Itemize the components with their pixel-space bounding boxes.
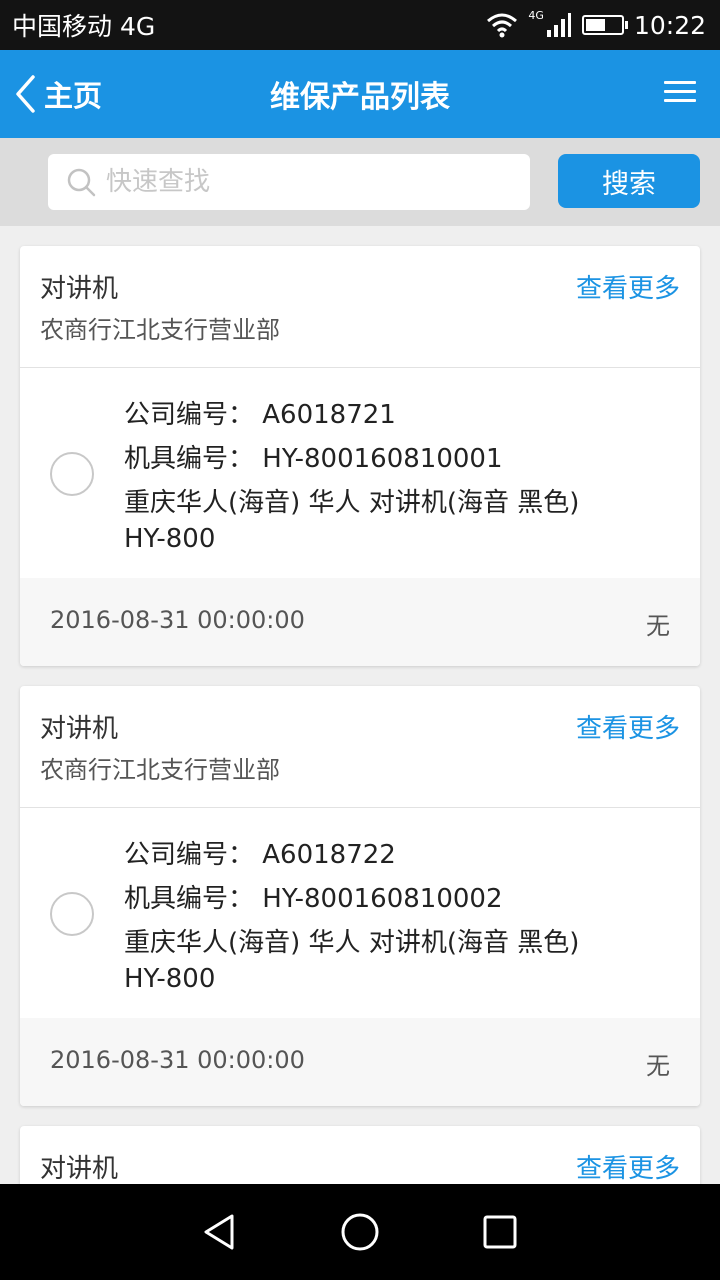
- machine-number: 机具编号： HY-800160810001: [124, 444, 503, 474]
- back-button[interactable]: 主页: [14, 50, 102, 138]
- product-card: 对讲机 农商行江北支行营业部 查看更多 公司编号： A6018721 机具编号：…: [20, 246, 700, 666]
- page-title: 维保产品列表: [270, 80, 450, 115]
- maintenance-status: 无: [646, 1052, 670, 1080]
- card-footer: 2016-08-31 00:00:00 无: [20, 1018, 700, 1106]
- clock: 10:22: [633, 10, 706, 40]
- signal-icon: [546, 13, 571, 37]
- view-more-link[interactable]: 查看更多: [576, 708, 680, 745]
- search-icon: [67, 168, 96, 197]
- search-field[interactable]: [48, 154, 530, 210]
- chevron-left-icon: [16, 75, 35, 113]
- product-type: 对讲机: [40, 274, 119, 304]
- branch-name: 农商行江北支行营业部: [40, 316, 280, 344]
- card-header: 对讲机 农商行江北支行营业部 查看更多: [20, 246, 700, 368]
- search-bar: 搜索: [0, 138, 720, 226]
- card-footer: 2016-08-31 00:00:00 无: [20, 578, 700, 666]
- status-icons: 4G 10:22: [486, 8, 706, 40]
- menu-icon[interactable]: [664, 81, 696, 105]
- card-header: 对讲机 查看更多: [20, 1126, 700, 1184]
- view-more-link[interactable]: 查看更多: [576, 268, 680, 305]
- product-list[interactable]: 对讲机 农商行江北支行营业部 查看更多 公司编号： A6018721 机具编号：…: [0, 226, 720, 1184]
- product-description: 重庆华人(海音) 华人 对讲机(海音 黑色): [124, 488, 580, 518]
- card-body[interactable]: 公司编号： A6018721 机具编号： HY-800160810001 重庆华…: [20, 368, 700, 578]
- wifi-icon: [487, 13, 518, 38]
- battery-icon: [581, 15, 628, 35]
- company-number: 公司编号： A6018721: [124, 400, 396, 430]
- back-label: 主页: [44, 79, 103, 113]
- product-card: 对讲机 农商行江北支行营业部 查看更多 公司编号： A6018722 机具编号：…: [20, 686, 700, 1106]
- back-triangle-icon[interactable]: [190, 1202, 250, 1262]
- card-header: 对讲机 农商行江北支行营业部 查看更多: [20, 686, 700, 808]
- product-model: HY-800: [124, 524, 216, 554]
- product-type: 对讲机: [40, 1154, 119, 1184]
- product-type: 对讲机: [40, 714, 119, 744]
- maintenance-date: 2016-08-31 00:00:00: [50, 1046, 305, 1074]
- maintenance-status: 无: [646, 612, 670, 640]
- home-circle-icon[interactable]: [330, 1202, 390, 1262]
- view-more-link[interactable]: 查看更多: [576, 1148, 680, 1184]
- status-bar: 中国移动 4G 4G 10:22: [0, 0, 720, 50]
- select-radio[interactable]: [50, 452, 94, 496]
- maintenance-date: 2016-08-31 00:00:00: [50, 606, 305, 634]
- branch-name: 农商行江北支行营业部: [40, 756, 280, 784]
- carrier-label: 中国移动 4G: [12, 12, 156, 41]
- network-type-label: 4G: [528, 8, 544, 22]
- system-nav-bar: [0, 1184, 720, 1280]
- machine-number: 机具编号： HY-800160810002: [124, 884, 503, 914]
- company-number: 公司编号： A6018722: [124, 840, 396, 870]
- select-radio[interactable]: [50, 892, 94, 936]
- card-body[interactable]: 公司编号： A6018722 机具编号： HY-800160810002 重庆华…: [20, 808, 700, 1018]
- product-model: HY-800: [124, 964, 216, 994]
- app-header: 主页 维保产品列表: [0, 50, 720, 138]
- search-button[interactable]: 搜索: [558, 154, 700, 208]
- search-input[interactable]: [106, 167, 506, 197]
- recents-square-icon[interactable]: [470, 1202, 530, 1262]
- product-description: 重庆华人(海音) 华人 对讲机(海音 黑色): [124, 928, 580, 958]
- product-card: 对讲机 查看更多: [20, 1126, 700, 1184]
